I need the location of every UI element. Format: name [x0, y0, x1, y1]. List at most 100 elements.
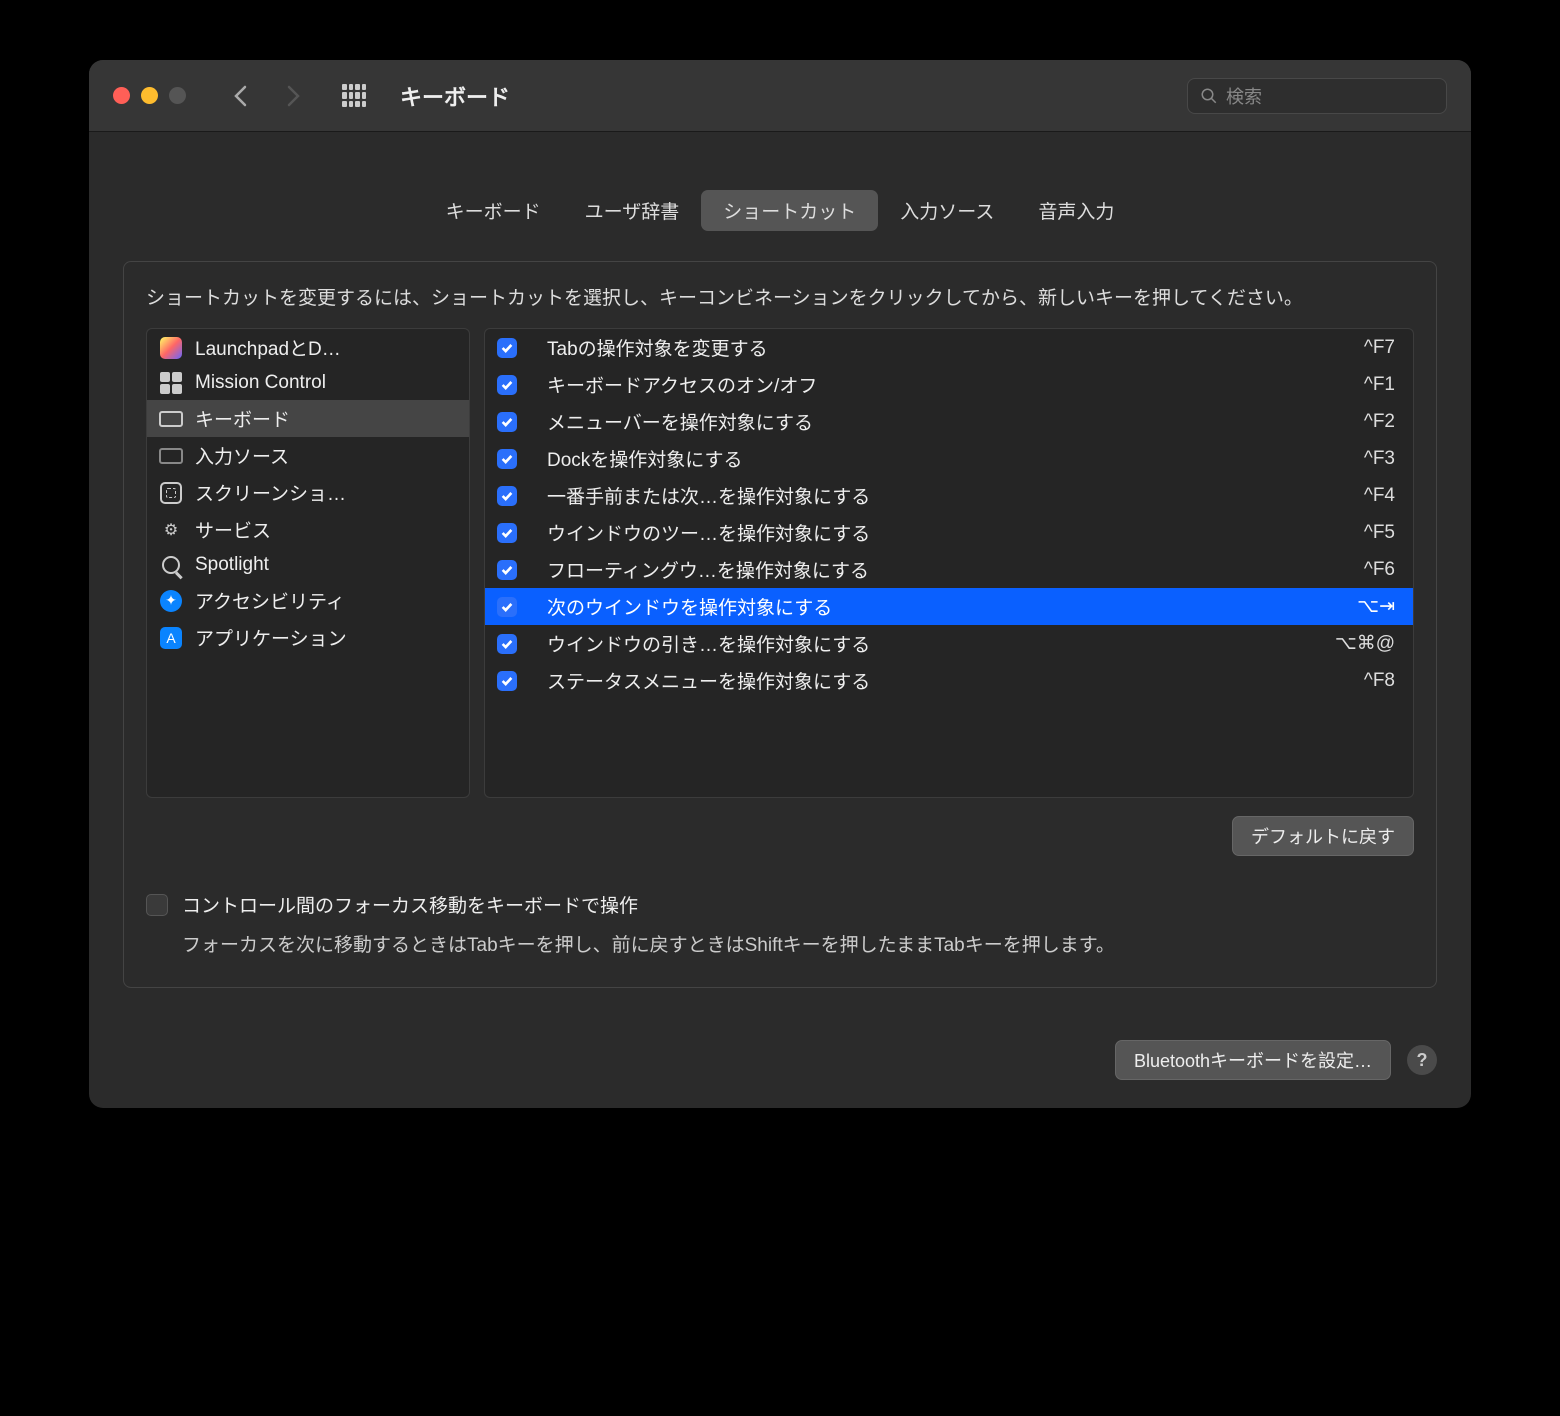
shortcut-key[interactable]: ^F3	[1364, 448, 1395, 470]
focus-description: フォーカスを次に移動するときはTabキーを押し、前に戻すときはShiftキーを押…	[146, 931, 1414, 961]
shortcut-row[interactable]: フローティングウ…を操作対象にする ^F6	[485, 551, 1413, 588]
sidebar-item-applications[interactable]: A アプリケーション	[147, 619, 469, 656]
shortcut-label: ウインドウのツー…を操作対象にする	[547, 519, 1346, 546]
shortcut-row[interactable]: 次のウインドウを操作対象にする ⌥⇥	[485, 588, 1413, 625]
shortcut-label: ステータスメニューを操作対象にする	[547, 667, 1346, 694]
shortcut-checkbox[interactable]	[497, 338, 517, 358]
titlebar: キーボード 検索	[89, 60, 1471, 132]
search-icon	[1200, 87, 1218, 105]
restore-row: デフォルトに戻す	[146, 816, 1414, 856]
shortcut-label: メニューバーを操作対象にする	[547, 408, 1346, 435]
sidebar-item-mission-control[interactable]: Mission Control	[147, 366, 469, 400]
sidebar-item-label: アプリケーション	[195, 624, 347, 651]
shortcut-label: 一番手前または次…を操作対象にする	[547, 482, 1346, 509]
shortcut-row[interactable]: ウインドウの引き…を操作対象にする ⌥⌘@	[485, 625, 1413, 662]
panes: LaunchpadとD… Mission Control キーボード 入力ソース	[146, 328, 1414, 798]
help-button[interactable]: ?	[1407, 1045, 1437, 1075]
shortcut-key[interactable]: ^F1	[1364, 374, 1395, 396]
search-placeholder: 検索	[1226, 83, 1262, 109]
shortcut-checkbox[interactable]	[497, 449, 517, 469]
accessibility-icon: ✦	[159, 589, 183, 613]
traffic-lights	[113, 87, 186, 104]
launchpad-icon	[159, 336, 183, 360]
keyboard-focus-section: コントロール間のフォーカス移動をキーボードで操作	[146, 892, 1414, 930]
forward-button	[278, 80, 310, 112]
shortcut-checkbox[interactable]	[497, 412, 517, 432]
instruction-text: ショートカットを変更するには、ショートカットを選択し、キーコンビネーションをクリ…	[146, 284, 1414, 314]
shortcut-label: キーボードアクセスのオン/オフ	[547, 371, 1346, 398]
shortcut-checkbox[interactable]	[497, 560, 517, 580]
shortcut-label: Dockを操作対象にする	[547, 445, 1346, 472]
shortcuts-list: Tabの操作対象を変更する ^F7 キーボードアクセスのオン/オフ ^F1 メニューバー…	[484, 328, 1414, 798]
tab-bar: キーボード ユーザ辞書 ショートカット 入力ソース 音声入力	[123, 190, 1437, 231]
sidebar-item-label: LaunchpadとD…	[195, 334, 341, 361]
shortcut-checkbox[interactable]	[497, 486, 517, 506]
sidebar-item-accessibility[interactable]: ✦ アクセシビリティ	[147, 582, 469, 619]
zoom-icon	[169, 87, 186, 104]
sidebar-item-label: アクセシビリティ	[195, 587, 345, 614]
shortcut-key[interactable]: ^F7	[1364, 337, 1395, 359]
input-sources-icon	[159, 444, 183, 468]
shortcut-checkbox[interactable]	[497, 634, 517, 654]
content-area: キーボード ユーザ辞書 ショートカット 入力ソース 音声入力 ショートカットを変…	[89, 132, 1471, 1018]
bluetooth-keyboard-button[interactable]: Bluetoothキーボードを設定…	[1115, 1040, 1391, 1080]
shortcut-key[interactable]: ^F6	[1364, 559, 1395, 581]
shortcut-key[interactable]: ^F5	[1364, 522, 1395, 544]
sidebar-item-launchpad[interactable]: LaunchpadとD…	[147, 329, 469, 366]
spotlight-icon	[159, 553, 183, 577]
focus-texts: コントロール間のフォーカス移動をキーボードで操作	[182, 892, 638, 930]
gear-icon: ⚙	[159, 518, 183, 542]
shortcut-key[interactable]: ⌥⌘@	[1335, 632, 1395, 655]
sidebar-item-label: キーボード	[195, 405, 290, 432]
window-title: キーボード	[400, 80, 510, 112]
shortcut-row[interactable]: キーボードアクセスのオン/オフ ^F1	[485, 366, 1413, 403]
shortcut-row[interactable]: Tabの操作対象を変更する ^F7	[485, 329, 1413, 366]
shortcut-row[interactable]: 一番手前または次…を操作対象にする ^F4	[485, 477, 1413, 514]
shortcut-key[interactable]: ^F4	[1364, 485, 1395, 507]
search-input[interactable]: 検索	[1187, 78, 1447, 114]
sidebar-item-label: スクリーンショ…	[195, 479, 346, 506]
shortcut-checkbox[interactable]	[497, 671, 517, 691]
back-button[interactable]	[224, 80, 256, 112]
shortcut-row[interactable]: Dockを操作対象にする ^F3	[485, 440, 1413, 477]
sidebar-item-screenshot[interactable]: スクリーンショ…	[147, 474, 469, 511]
shortcut-key[interactable]: ^F2	[1364, 411, 1395, 433]
app-icon: A	[159, 626, 183, 650]
shortcut-label: フローティングウ…を操作対象にする	[547, 556, 1346, 583]
sidebar-item-spotlight[interactable]: Spotlight	[147, 548, 469, 582]
sidebar-item-label: 入力ソース	[195, 442, 289, 469]
shortcut-row[interactable]: メニューバーを操作対象にする ^F2	[485, 403, 1413, 440]
shortcut-checkbox[interactable]	[497, 597, 517, 617]
shortcut-checkbox[interactable]	[497, 523, 517, 543]
tab-dictation[interactable]: 音声入力	[1016, 190, 1136, 231]
tab-inputsources[interactable]: 入力ソース	[878, 190, 1016, 231]
sidebar-item-services[interactable]: ⚙ サービス	[147, 511, 469, 548]
preferences-window: キーボード 検索 キーボード ユーザ辞書 ショートカット 入力ソース 音声入力 …	[89, 60, 1471, 1108]
shortcut-key[interactable]: ^F8	[1364, 670, 1395, 692]
mission-control-icon	[159, 371, 183, 395]
shortcut-label: 次のウインドウを操作対象にする	[547, 593, 1339, 620]
sidebar-item-label: サービス	[195, 516, 271, 543]
restore-defaults-button[interactable]: デフォルトに戻す	[1232, 816, 1414, 856]
shortcut-label: ウインドウの引き…を操作対象にする	[547, 630, 1317, 657]
shortcut-label: Tabの操作対象を変更する	[547, 334, 1346, 361]
shortcut-key[interactable]: ⌥⇥	[1357, 595, 1395, 618]
footer: Bluetoothキーボードを設定… ?	[89, 1018, 1471, 1108]
shortcut-row[interactable]: ウインドウのツー…を操作対象にする ^F5	[485, 514, 1413, 551]
screenshot-icon	[159, 481, 183, 505]
sidebar-item-keyboard[interactable]: キーボード	[147, 400, 469, 437]
focus-checkbox-label: コントロール間のフォーカス移動をキーボードで操作	[182, 892, 638, 922]
close-icon[interactable]	[113, 87, 130, 104]
shortcut-checkbox[interactable]	[497, 375, 517, 395]
sidebar-item-input-sources[interactable]: 入力ソース	[147, 437, 469, 474]
minimize-icon[interactable]	[141, 87, 158, 104]
preferences-box: ショートカットを変更するには、ショートカットを選択し、キーコンビネーションをクリ…	[123, 261, 1437, 988]
keyboard-icon	[159, 407, 183, 431]
shortcut-row[interactable]: ステータスメニューを操作対象にする ^F8	[485, 662, 1413, 699]
tab-keyboard[interactable]: キーボード	[424, 190, 563, 231]
sidebar-item-label: Spotlight	[195, 554, 269, 576]
tab-userdict[interactable]: ユーザ辞書	[563, 190, 702, 231]
show-all-icon[interactable]	[342, 84, 366, 108]
tab-shortcuts[interactable]: ショートカット	[701, 190, 878, 231]
focus-checkbox[interactable]	[146, 894, 168, 916]
